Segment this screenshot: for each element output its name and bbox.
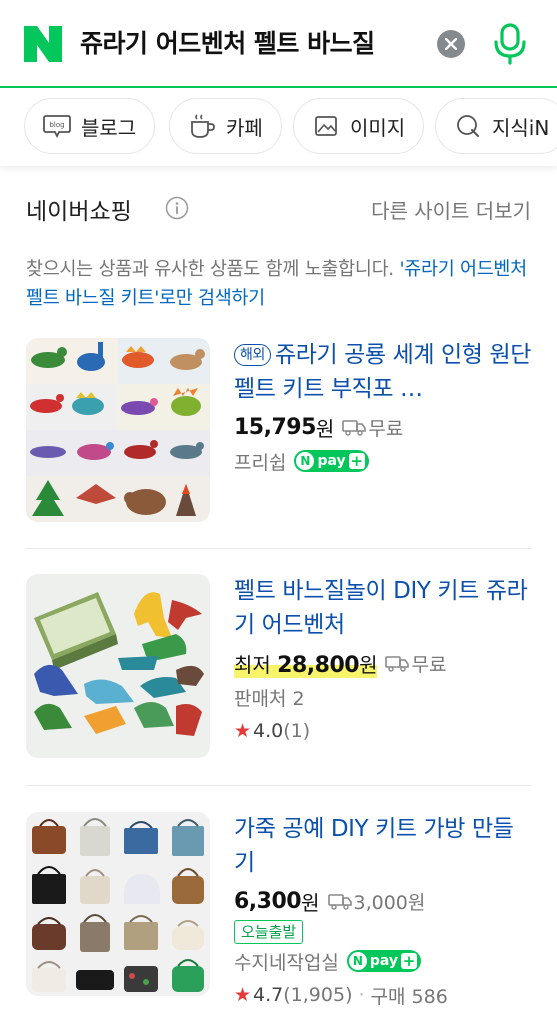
review-count[interactable]: (1): [283, 720, 310, 742]
seller-name[interactable]: 프리쉽: [234, 448, 286, 475]
rating-row: ★ 4.7 (1,905) · 구매 586: [234, 978, 534, 1012]
shipping-fee: 무료: [368, 417, 404, 440]
overseas-badge: 해외: [234, 344, 271, 366]
product-thumbnail[interactable]: [26, 574, 210, 758]
vertical-tabs: blog 블로그 카페 이미지 지식iN: [0, 88, 557, 166]
notice-text: 찾으시는 상품과 유사한 상품도 함께 노출합니다.: [26, 259, 400, 280]
svg-text:blog: blog: [49, 121, 64, 129]
product-info: 해외 쥬라기 공룡 세계 인형 원단 펠트 키트 부직포 … 15,795 원 무료…: [234, 338, 534, 478]
plus-icon: +: [401, 951, 418, 970]
tab-blog-label: 블로그: [81, 115, 137, 140]
price-currency: 원: [359, 652, 378, 677]
product-thumbnail[interactable]: [26, 338, 210, 522]
lowest-price-highlight: 최저 28,800원: [234, 648, 378, 678]
seller-count[interactable]: 판매처 2: [234, 680, 534, 714]
info-icon[interactable]: [165, 196, 189, 220]
npay-badge: Npay +: [294, 450, 369, 472]
rating-row: ★ 4.0 (1): [234, 714, 534, 748]
blog-icon: blog: [43, 112, 71, 140]
divider: [26, 548, 531, 549]
tab-blog[interactable]: blog 블로그: [24, 98, 156, 154]
tab-image[interactable]: 이미지: [293, 98, 425, 154]
product-title[interactable]: 펠트 바느질놀이 DIY 키트 쥬라기 어드벤처: [234, 574, 534, 642]
price-currency: 원: [315, 416, 335, 441]
seller-row: 수지네작업실 Npay +: [234, 944, 534, 978]
star-icon: ★: [234, 984, 252, 1006]
rating-value: 4.0: [253, 720, 284, 742]
tab-cafe-label: 카페: [226, 115, 263, 140]
product-info: 가죽 공예 DIY 키트 가방 만들기 6,300 원 3,000원 오늘출발 수…: [234, 812, 534, 1012]
review-count[interactable]: (1,905): [283, 984, 352, 1006]
price-row: 15,795 원 무료: [234, 410, 534, 444]
product-info: 펠트 바느질놀이 DIY 키트 쥬라기 어드벤처 최저 28,800원 무료 판…: [234, 574, 534, 748]
product-title-text: 쥬라기 공룡 세계 인형 원단 펠트 키트 부직포 …: [234, 342, 531, 402]
price-currency: 원: [301, 890, 320, 915]
seller-name[interactable]: 수지네작업실: [234, 948, 339, 975]
divider: [26, 785, 531, 786]
shipping-fee: 무료: [411, 653, 447, 676]
product-price: 6,300: [234, 888, 302, 914]
today-dispatch-badge: 오늘출발: [234, 920, 304, 944]
delivery-truck-icon: [385, 656, 410, 672]
npay-n-icon: N: [296, 452, 315, 470]
cafe-icon: [188, 112, 216, 140]
product-price: 28,800: [277, 652, 360, 678]
product-card[interactable]: 가죽 공예 DIY 키트 가방 만들기 6,300 원 3,000원 오늘출발 수…: [26, 812, 531, 1012]
price-row: 6,300 원 3,000원: [234, 884, 534, 918]
clear-search-button[interactable]: [437, 30, 465, 58]
product-thumbnail[interactable]: [26, 812, 210, 996]
separator-dot: ·: [358, 984, 365, 1006]
purchase-count: 구매 586: [370, 985, 448, 1008]
npay-n-icon: N: [348, 952, 367, 970]
product-price: 15,795: [234, 414, 316, 440]
plus-icon: +: [348, 451, 365, 470]
similar-products-notice: 찾으시는 상품과 유사한 상품도 함께 노출합니다. '쥬라기 어드벤처 펠트 …: [26, 255, 531, 313]
search-input[interactable]: 쥬라기 어드벤처 펠트 바느질: [80, 26, 420, 62]
tab-cafe[interactable]: 카페: [169, 98, 282, 154]
price-prefix: 최저: [234, 652, 278, 677]
npay-text: pay: [317, 453, 346, 469]
tab-knowledge[interactable]: 지식iN: [435, 98, 557, 154]
product-card[interactable]: 펠트 바느질놀이 DIY 키트 쥬라기 어드벤처 최저 28,800원 무료 판…: [26, 574, 531, 760]
delivery-truck-icon: [327, 894, 352, 910]
knowledge-icon: [454, 112, 482, 140]
shipping-fee: 3,000원: [353, 891, 426, 914]
microphone-icon[interactable]: [490, 22, 530, 66]
delivery-truck-icon: [342, 420, 367, 436]
star-icon: ★: [234, 720, 252, 742]
rating-value: 4.7: [253, 984, 284, 1006]
tab-knowledge-label: 지식iN: [492, 115, 550, 140]
more-sites-link[interactable]: 다른 사이트 더보기: [371, 195, 531, 224]
felt-kit-image: [26, 574, 210, 758]
section-title: 네이버쇼핑: [26, 199, 132, 225]
dinosaur-felt-image: [26, 338, 210, 522]
seller-row: 프리쉽 Npay +: [234, 444, 534, 478]
leather-bag-image: [26, 812, 210, 996]
tab-image-label: 이미지: [350, 115, 406, 140]
npay-badge: Npay +: [346, 950, 422, 972]
npay-text: pay: [369, 953, 399, 969]
product-title[interactable]: 가죽 공예 DIY 키트 가방 만들기: [234, 812, 534, 880]
search-bar: 쥬라기 어드벤처 펠트 바느질: [0, 0, 557, 88]
price-row: 최저 28,800원 무료: [234, 646, 534, 680]
image-icon: [312, 112, 340, 140]
product-title[interactable]: 해외 쥬라기 공룡 세계 인형 원단 펠트 키트 부직포 …: [234, 338, 534, 406]
product-card[interactable]: 해외 쥬라기 공룡 세계 인형 원단 펠트 키트 부직포 … 15,795 원 무료…: [26, 338, 531, 524]
naver-logo-icon[interactable]: [24, 26, 62, 62]
close-icon: [445, 38, 457, 50]
